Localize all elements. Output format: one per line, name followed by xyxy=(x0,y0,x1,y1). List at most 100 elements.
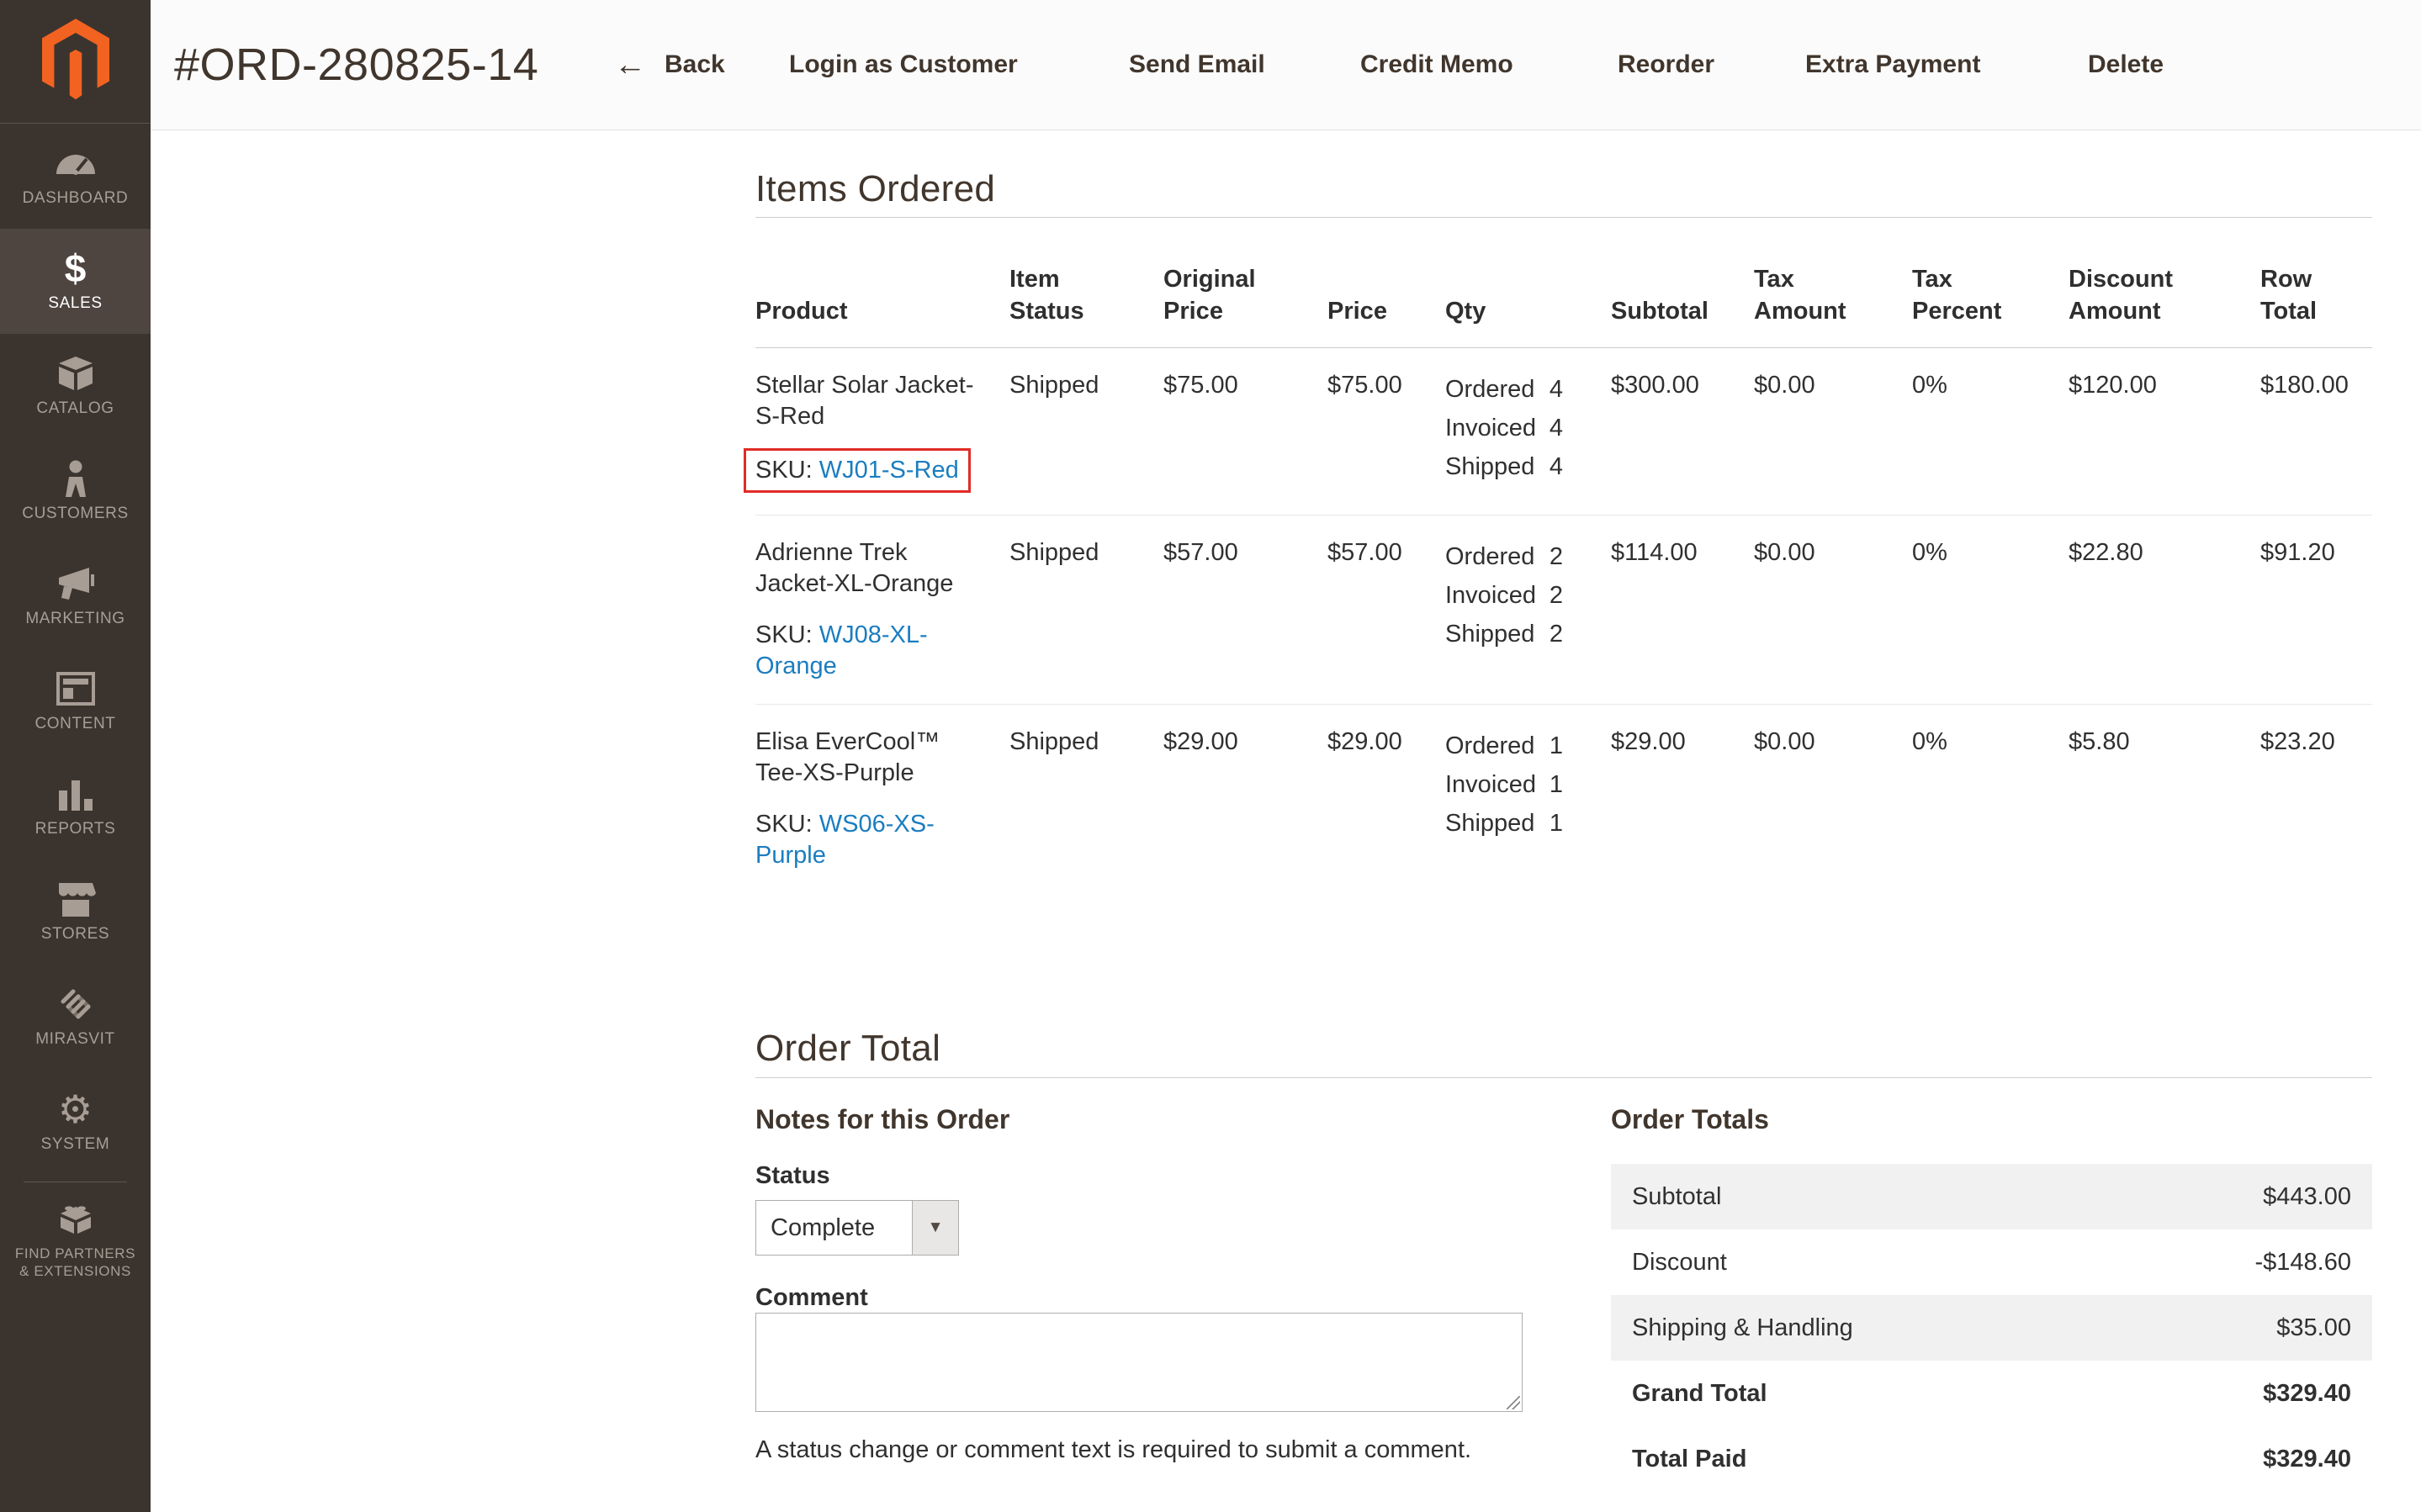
items-table-header: Product Item Status Original Price Price… xyxy=(755,238,2372,348)
sidebar-item-label: FIND PARTNERS & EXTENSIONS xyxy=(15,1245,135,1280)
content-icon xyxy=(56,670,95,707)
sidebar-item-label: CONTENT xyxy=(34,715,115,733)
qty-cell: Ordered4 Invoiced4 Shipped4 xyxy=(1445,370,1611,493)
sku-link[interactable]: WJ01-S-Red xyxy=(819,457,959,484)
tax-percent-cell: 0% xyxy=(1912,727,2069,871)
col-product: Product xyxy=(755,295,1009,327)
system-gear-icon: ⚙ xyxy=(58,1091,93,1128)
section-divider xyxy=(755,1077,2372,1078)
sidebar-item-content[interactable]: CONTENT xyxy=(0,649,151,754)
back-button[interactable]: ← Back xyxy=(614,50,725,79)
total-label: Subtotal xyxy=(1632,1183,1721,1211)
back-arrow-icon: ← xyxy=(614,52,646,77)
tax-amount-cell: $0.00 xyxy=(1754,537,1912,682)
page-title: #ORD-280825-14 xyxy=(174,39,538,91)
qty-value: 2 xyxy=(1550,576,1563,615)
qty-value: 2 xyxy=(1550,537,1563,576)
sku-line: SKU: WS06-XS- Purple xyxy=(755,809,998,871)
sku-highlight-box: SKU: WJ01-S-Red xyxy=(744,448,971,493)
credit-memo-button[interactable]: Credit Memo xyxy=(1360,50,1513,79)
back-button-label: Back xyxy=(665,50,725,79)
total-row-discount: Discount -$148.60 xyxy=(1611,1229,2372,1295)
items-ordered-title: Items Ordered xyxy=(755,168,2372,210)
qty-label: Ordered xyxy=(1445,727,1534,765)
col-tax-percent: Tax Percent xyxy=(1912,263,2069,327)
qty-value: 1 xyxy=(1550,765,1563,804)
sidebar-item-label: CUSTOMERS xyxy=(22,505,128,523)
discount-amount-cell: $22.80 xyxy=(2069,537,2260,682)
sku-prefix: SKU: xyxy=(755,811,819,838)
row-total-cell: $23.20 xyxy=(2260,727,2372,871)
order-total-section: Order Total Notes for this Order Status … xyxy=(755,1028,2372,1512)
product-name: Adrienne Trek Jacket-XL-Orange xyxy=(755,537,998,600)
tax-percent-cell: 0% xyxy=(1912,537,2069,682)
qty-value: 2 xyxy=(1550,615,1563,653)
qty-value: 4 xyxy=(1550,409,1563,447)
magento-logo-icon xyxy=(35,16,116,108)
total-value: $443.00 xyxy=(2263,1183,2351,1211)
magento-order-view-page: DASHBOARD $ SALES CATALOG xyxy=(0,0,2421,1512)
comment-label: Comment xyxy=(755,1284,868,1312)
catalog-icon xyxy=(56,355,96,392)
order-total-title: Order Total xyxy=(755,1028,2372,1070)
qty-label: Invoiced xyxy=(1445,765,1536,804)
qty-value: 1 xyxy=(1550,804,1563,843)
sku-prefix: SKU: xyxy=(755,457,819,484)
qty-label: Shipped xyxy=(1445,615,1534,653)
qty-label: Ordered xyxy=(1445,370,1534,409)
send-email-button[interactable]: Send Email xyxy=(1129,50,1265,79)
product-name: Stellar Solar Jacket- S-Red xyxy=(755,370,998,432)
sidebar-item-stores[interactable]: STORES xyxy=(0,859,151,965)
reorder-button[interactable]: Reorder xyxy=(1618,50,1714,79)
total-label: Shipping & Handling xyxy=(1632,1314,1853,1342)
col-price: Price xyxy=(1327,295,1445,327)
order-totals-heading: Order Totals xyxy=(1611,1104,1769,1135)
sidebar-item-mirasvit[interactable]: MIRASVIT xyxy=(0,965,151,1070)
sidebar-item-label: REPORTS xyxy=(35,820,116,838)
sidebar-item-label: STORES xyxy=(41,925,109,944)
comment-textarea[interactable] xyxy=(755,1313,1523,1412)
qty-label: Invoiced xyxy=(1445,576,1536,615)
order-page-header: #ORD-280825-14 ← Back Login as Customer … xyxy=(151,0,2421,130)
col-original-price: Original Price xyxy=(1163,263,1327,327)
row-total-cell: $91.20 xyxy=(2260,537,2372,682)
total-label: Grand Total xyxy=(1632,1380,1767,1408)
tax-amount-cell: $0.00 xyxy=(1754,370,1912,493)
total-label: Discount xyxy=(1632,1249,1727,1277)
table-row: Stellar Solar Jacket- S-Red SKU: WJ01-S-… xyxy=(755,348,2372,515)
sidebar-item-catalog[interactable]: CATALOG xyxy=(0,334,151,439)
items-ordered-section: Items Ordered Product Item Status Origin… xyxy=(755,168,2372,893)
login-as-customer-button[interactable]: Login as Customer xyxy=(789,50,1018,79)
total-value: $329.40 xyxy=(2263,1380,2351,1408)
product-name: Elisa EverCool™ Tee-XS-Purple xyxy=(755,727,998,789)
product-cell: Stellar Solar Jacket- S-Red SKU: WJ01-S-… xyxy=(755,370,1009,493)
sidebar-item-marketing[interactable]: MARKETING xyxy=(0,544,151,649)
extra-payment-button[interactable]: Extra Payment xyxy=(1805,50,1980,79)
qty-label: Invoiced xyxy=(1445,409,1536,447)
sidebar-item-system[interactable]: ⚙ SYSTEM xyxy=(0,1070,151,1175)
magento-logo[interactable] xyxy=(0,0,151,124)
sidebar-item-label: DASHBOARD xyxy=(23,189,129,208)
item-status-cell: Shipped xyxy=(1009,727,1163,871)
sidebar-item-label: SYSTEM xyxy=(41,1135,110,1154)
delete-button[interactable]: Delete xyxy=(2088,50,2164,79)
dashboard-icon xyxy=(55,145,97,182)
sidebar-item-find-partners[interactable]: FIND PARTNERS & EXTENSIONS xyxy=(0,1187,151,1293)
sidebar-item-reports[interactable]: REPORTS xyxy=(0,754,151,859)
subtotal-cell: $300.00 xyxy=(1611,370,1754,493)
col-subtotal: Subtotal xyxy=(1611,295,1754,327)
sidebar-item-dashboard[interactable]: DASHBOARD xyxy=(0,124,151,229)
sidebar-item-sales[interactable]: $ SALES xyxy=(0,229,151,334)
total-value: -$148.60 xyxy=(2255,1249,2352,1277)
sidebar-item-customers[interactable]: CUSTOMERS xyxy=(0,439,151,544)
product-cell: Adrienne Trek Jacket-XL-Orange SKU: WJ08… xyxy=(755,537,1009,682)
col-tax-amount: Tax Amount xyxy=(1754,263,1912,327)
col-qty: Qty xyxy=(1445,295,1611,327)
status-select[interactable]: Complete ▼ xyxy=(755,1200,959,1256)
qty-cell: Ordered2 Invoiced2 Shipped2 xyxy=(1445,537,1611,682)
status-select-value: Complete xyxy=(756,1201,912,1255)
mirasvit-icon xyxy=(56,986,95,1023)
marketing-icon xyxy=(56,565,96,602)
table-row: Adrienne Trek Jacket-XL-Orange SKU: WJ08… xyxy=(755,515,2372,705)
total-row-grand-total: Grand Total $329.40 xyxy=(1611,1361,2372,1426)
